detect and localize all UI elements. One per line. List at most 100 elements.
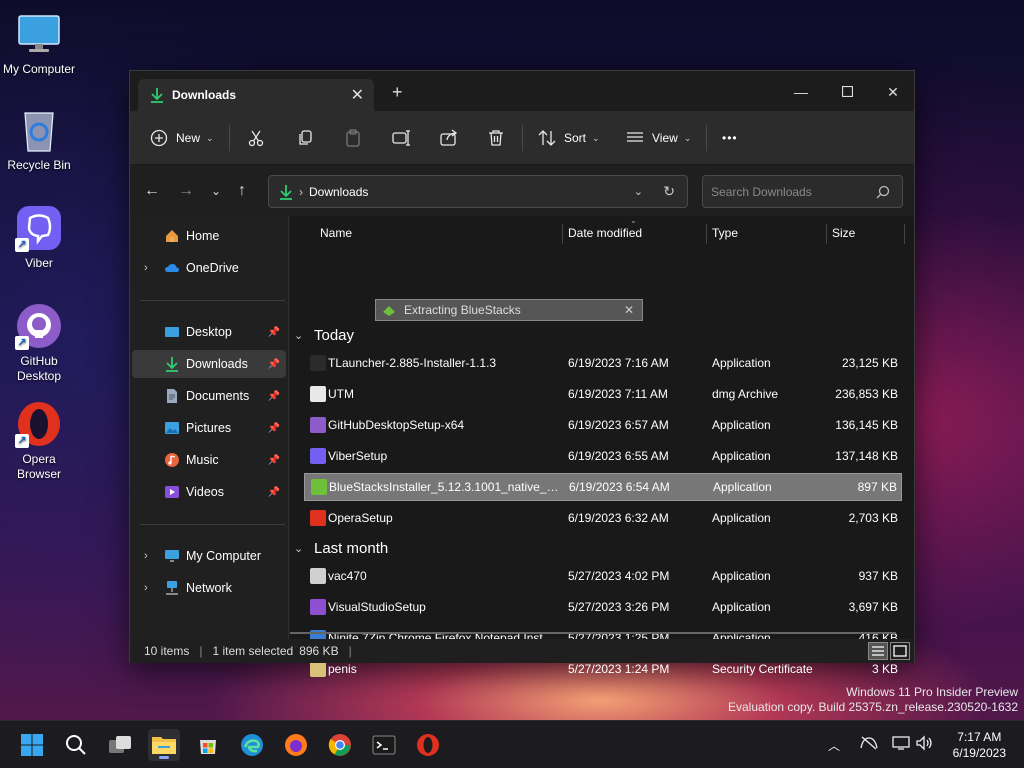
file-row[interactable]: vac470 5/27/2023 4:02 PM Application 937 KB	[304, 562, 902, 590]
tiles-view-button[interactable]	[890, 642, 910, 660]
view-button[interactable]: View ⌄	[626, 123, 691, 153]
chevron-right-icon[interactable]: ›	[144, 582, 148, 594]
chevron-right-icon[interactable]: ›	[144, 550, 148, 562]
desktop-icon-github-desktop[interactable]: ↗ GitHub Desktop	[1, 302, 77, 384]
selection-count: 1 item selected	[212, 644, 294, 658]
sidebar-item-home[interactable]: Home	[132, 222, 286, 250]
active-indicator	[159, 756, 169, 759]
more-options-button[interactable]: •••	[722, 123, 738, 153]
column-divider[interactable]	[562, 224, 563, 244]
horizontal-scrollbar[interactable]	[290, 632, 896, 634]
chevron-down-icon[interactable]: ⌄	[294, 542, 306, 555]
sidebar-item-onedrive[interactable]: › OneDrive	[132, 254, 286, 282]
desktop-icon-viber[interactable]: ↗ Viber	[1, 204, 77, 270]
taskbar-terminal[interactable]	[368, 729, 400, 761]
column-divider[interactable]	[706, 224, 707, 244]
recent-locations-button[interactable]: ⌄	[211, 184, 221, 198]
rename-button[interactable]	[392, 123, 410, 153]
system-clock[interactable]: 7:17 AM 6/19/2023	[953, 729, 1006, 761]
clock-time: 7:17 AM	[957, 730, 1002, 744]
volume-icon[interactable]	[916, 735, 934, 754]
sidebar-item-videos[interactable]: Videos 📌	[132, 478, 286, 506]
sidebar-item-music[interactable]: Music 📌	[132, 446, 286, 474]
sidebar-item-desktop[interactable]: Desktop 📌	[132, 318, 286, 346]
file-row[interactable]: OperaSetup 6/19/2023 6:32 AM Application 2,…	[304, 504, 902, 532]
search-box[interactable]	[702, 175, 903, 208]
task-view-button[interactable]	[104, 729, 136, 761]
new-button[interactable]: New ⌄	[150, 123, 214, 153]
file-name: UTM	[328, 387, 354, 401]
share-button[interactable]	[440, 123, 458, 153]
show-hidden-icons-button[interactable]: ︿	[828, 737, 840, 754]
desktop-icon-recycle-bin[interactable]: Recycle Bin	[1, 106, 77, 172]
close-tab-icon[interactable]: ✕	[351, 85, 364, 105]
taskbar-edge[interactable]	[236, 729, 268, 761]
file-row[interactable]: ViberSetup 6/19/2023 6:55 AM Application 13…	[304, 442, 902, 470]
sidebar-item-my-computer[interactable]: › My Computer	[132, 542, 286, 570]
file-row[interactable]: TLauncher-2.885-Installer-1.1.3 6/19/2023…	[304, 349, 902, 377]
new-tab-button[interactable]: +	[392, 83, 403, 101]
terminal-icon	[372, 735, 396, 755]
minimize-button[interactable]: —	[778, 77, 824, 107]
forward-button[interactable]: →	[178, 182, 194, 200]
cut-button[interactable]	[247, 123, 265, 153]
maximize-button[interactable]	[824, 77, 870, 107]
desktop-icon-opera[interactable]: ↗ Opera Browser	[1, 400, 77, 482]
search-input[interactable]	[711, 184, 871, 199]
copy-button[interactable]	[296, 123, 314, 153]
file-row[interactable]: BlueStacksInstaller_5.12.3.1001_native_5…	[304, 473, 902, 501]
file-row[interactable]: VisualStudioSetup 5/27/2023 3:26 PM Applic…	[304, 593, 902, 621]
item-count: 10 items	[144, 644, 190, 658]
file-type: Application	[712, 418, 771, 432]
network-disconnected-icon[interactable]	[860, 735, 878, 754]
sidebar-item-network[interactable]: › Network	[132, 574, 286, 602]
toolbar-divider	[229, 125, 230, 151]
file-row[interactable]: GitHubDesktopSetup-x64 6/19/2023 6:57 AM A…	[304, 411, 902, 439]
display-icon[interactable]	[892, 735, 910, 754]
taskbar-chrome[interactable]	[324, 729, 356, 761]
sidebar-item-pictures[interactable]: Pictures 📌	[132, 414, 286, 442]
column-header-name[interactable]: Name	[320, 216, 352, 250]
share-icon	[440, 129, 458, 146]
chevron-down-icon[interactable]: ⌄	[294, 329, 306, 342]
taskbar-firefox[interactable]	[280, 729, 312, 761]
chevron-right-icon[interactable]: ›	[144, 262, 148, 274]
taskbar-file-explorer[interactable]	[148, 729, 180, 761]
paste-button[interactable]	[344, 123, 362, 153]
start-button[interactable]	[16, 729, 48, 761]
search-button[interactable]	[60, 729, 92, 761]
breadcrumb-downloads[interactable]: Downloads	[309, 185, 368, 199]
column-divider[interactable]	[904, 224, 905, 244]
file-date: 6/19/2023 6:55 AM	[568, 449, 669, 463]
sort-button[interactable]: Sort ⌄	[538, 123, 600, 153]
file-size: 2,703 KB	[848, 511, 898, 525]
file-date: 6/19/2023 6:32 AM	[568, 511, 669, 525]
navigation-pane: Home › OneDrive Desktop 📌 Downloads 📌 Do…	[130, 216, 288, 639]
details-view-button[interactable]	[868, 642, 888, 660]
copy-icon	[299, 130, 312, 145]
chevron-down-icon[interactable]: ⌄	[634, 185, 643, 198]
up-button[interactable]: ↑	[238, 182, 246, 200]
column-header-size[interactable]: Size	[832, 216, 855, 250]
chevron-down-icon: ⌄	[592, 132, 600, 143]
refresh-icon[interactable]: ↻	[663, 183, 675, 200]
group-header[interactable]: ⌄ Last month	[294, 535, 388, 561]
sidebar-item-downloads[interactable]: Downloads 📌	[132, 350, 286, 378]
close-window-button[interactable]: ✕	[870, 77, 916, 107]
column-divider[interactable]	[826, 224, 827, 244]
column-header-type[interactable]: Type	[712, 216, 738, 250]
close-icon[interactable]: ✕	[624, 303, 634, 317]
pane-splitter[interactable]	[288, 216, 289, 639]
group-header[interactable]: ⌄ Today	[294, 322, 354, 348]
sidebar-item-documents[interactable]: Documents 📌	[132, 382, 286, 410]
trash-icon	[489, 130, 503, 146]
tab-downloads[interactable]: Downloads ✕	[138, 79, 374, 111]
address-bar[interactable]: › Downloads ⌄ ↻	[268, 175, 688, 208]
delete-button[interactable]	[487, 123, 505, 153]
pin-icon: 📌	[267, 326, 280, 338]
taskbar-store[interactable]	[192, 729, 224, 761]
taskbar-opera[interactable]	[412, 729, 444, 761]
desktop-icon-my-computer[interactable]: My Computer	[1, 10, 77, 76]
file-row[interactable]: UTM 6/19/2023 7:11 AM dmg Archive 236,853 K…	[304, 380, 902, 408]
back-button[interactable]: ←	[144, 182, 160, 200]
